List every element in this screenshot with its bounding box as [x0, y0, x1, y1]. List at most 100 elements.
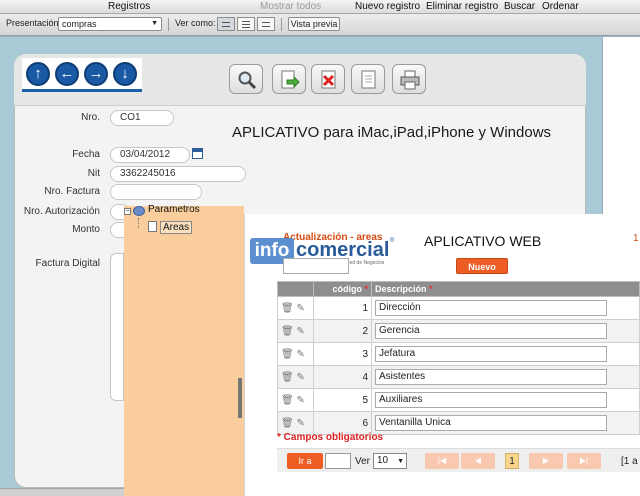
edit-icon[interactable]: ✎ — [296, 418, 304, 429]
codigo-cell: 5 — [313, 388, 372, 412]
view-form-button[interactable] — [217, 17, 235, 31]
menubar: Registros Mostrar todos Nuevo registro E… — [0, 0, 640, 14]
menu-mostrar-todos[interactable]: Mostrar todos — [260, 0, 321, 14]
col-actions — [277, 281, 314, 297]
document-icon — [361, 70, 376, 89]
logo-registered: ® — [390, 238, 395, 244]
nit-field[interactable]: 3362245016 — [110, 166, 246, 182]
descripcion-input[interactable]: Asistentes — [375, 369, 607, 385]
descripcion-input[interactable]: Ventanilla Unica — [375, 415, 607, 431]
edit-icon[interactable]: ✎ — [296, 372, 304, 383]
record-navigation: ↑ ← → ↓ — [22, 58, 142, 92]
arrow-down-icon[interactable]: ↓ — [113, 62, 137, 86]
toolbar-separator — [168, 18, 169, 31]
ir-a-button[interactable]: Ir a — [287, 453, 323, 469]
edit-icon[interactable]: ✎ — [296, 349, 304, 360]
table-row: 🗑 ✎ 2 Gerencia — [277, 319, 640, 343]
ver-como-label: Ver como: — [175, 18, 216, 28]
row-actions: 🗑 ✎ — [277, 319, 314, 343]
prev-page-button[interactable]: ◀ — [461, 453, 495, 469]
factura-digital-label: Factura Digital — [35, 258, 100, 269]
table-row: 🗑 ✎ 4 Asistentes — [277, 365, 640, 389]
nuevo-button[interactable]: Nuevo — [456, 258, 508, 274]
nro-factura-label: Nro. Factura — [44, 186, 100, 197]
row-actions: 🗑 ✎ — [277, 388, 314, 412]
edit-icon[interactable]: ✎ — [296, 395, 304, 406]
splitter-handle[interactable] — [238, 378, 242, 418]
search-button[interactable] — [229, 64, 263, 94]
table-row: 🗑 ✎ 5 Auxiliares — [277, 388, 640, 412]
required-note: * Campos obligatorios — [277, 432, 384, 443]
new-document-button[interactable] — [351, 64, 385, 94]
nro-factura-field[interactable] — [110, 184, 202, 200]
table-row: 🗑 ✎ 3 Jefatura — [277, 342, 640, 366]
tree-item-parametros[interactable]: Parametros — [148, 204, 200, 215]
trash-icon[interactable]: 🗑 — [281, 395, 294, 406]
menu-nuevo-registro[interactable]: Nuevo registro — [355, 0, 420, 14]
calendar-icon[interactable] — [192, 148, 203, 159]
trash-icon[interactable]: 🗑 — [281, 349, 294, 360]
areas-table: código * Descripción * 🗑 ✎ 1 Dirección 🗑 ✎ 2… — [277, 281, 640, 435]
nro-autorizacion-label: Nro. Autorización — [23, 206, 100, 217]
descripcion-input[interactable]: Auxiliares — [375, 392, 607, 408]
rows-per-page-value: 10 — [377, 455, 389, 466]
filter-input[interactable] — [283, 258, 349, 274]
export-button[interactable] — [272, 64, 306, 94]
arrow-right-icon[interactable]: → — [84, 62, 108, 86]
corner-number: 1 — [633, 233, 639, 244]
layout-select-value: compras — [62, 19, 97, 29]
page-icon — [148, 221, 157, 232]
codigo-cell: 1 — [313, 296, 372, 320]
tree-item-areas[interactable]: Areas — [160, 221, 193, 234]
menu-buscar[interactable]: Buscar — [504, 0, 535, 14]
trash-icon[interactable]: 🗑 — [281, 418, 294, 429]
magnifier-icon — [238, 71, 257, 90]
descripcion-cell: Dirección — [371, 296, 640, 320]
row-actions: 🗑 ✎ — [277, 365, 314, 389]
toolbar: Presentación: compras ▼ Ver como: Vista … — [0, 14, 640, 36]
fecha-field[interactable]: 03/04/2012 — [110, 147, 190, 163]
edit-icon[interactable]: ✎ — [296, 326, 304, 337]
delete-button[interactable] — [311, 64, 345, 94]
descripcion-input[interactable]: Gerencia — [375, 323, 607, 339]
menu-registros[interactable]: Registros — [108, 0, 150, 14]
fecha-label: Fecha — [72, 149, 100, 160]
factura-digital-container[interactable] — [110, 253, 124, 401]
pager-info: [1 a — [621, 456, 638, 467]
document-arrow-icon — [281, 70, 300, 89]
descripcion-cell: Gerencia — [371, 319, 640, 343]
pager: Ir a Ver 10 ▼ |◀ ◀ 1 ▶ ▶| [1 a — [277, 448, 640, 472]
next-page-button[interactable]: ▶ — [529, 453, 563, 469]
trash-icon[interactable]: 🗑 — [281, 326, 294, 337]
descripcion-cell: Jefatura — [371, 342, 640, 366]
arrow-up-icon[interactable]: ↑ — [26, 62, 50, 86]
nro-field[interactable]: CO1 — [110, 110, 174, 126]
status-bar — [0, 488, 124, 496]
first-page-button[interactable]: |◀ — [425, 453, 459, 469]
web-app-title: APLICATIVO WEB — [424, 233, 542, 249]
menu-eliminar-registro[interactable]: Eliminar registro — [426, 0, 498, 14]
view-table-button[interactable] — [257, 17, 275, 31]
last-page-button[interactable]: ▶| — [567, 453, 601, 469]
view-list-button[interactable] — [237, 17, 255, 31]
tree-connector — [138, 218, 139, 228]
edit-icon[interactable]: ✎ — [296, 303, 304, 314]
descripcion-input[interactable]: Jefatura — [375, 346, 607, 362]
tree-panel: − Parametros Areas — [124, 204, 244, 496]
trash-icon[interactable]: 🗑 — [281, 372, 294, 383]
vista-previa-button[interactable]: Vista previa — [288, 17, 340, 31]
col-codigo[interactable]: código * — [313, 281, 372, 297]
col-descripcion[interactable]: Descripción * — [371, 281, 640, 297]
page-input[interactable] — [325, 453, 351, 469]
folder-icon — [133, 206, 145, 216]
presentacion-label: Presentación: — [6, 18, 62, 28]
layout-select[interactable]: compras ▼ — [58, 17, 162, 31]
print-button[interactable] — [392, 64, 426, 94]
tree-collapse-toggle[interactable]: − — [124, 208, 131, 215]
arrow-left-icon[interactable]: ← — [55, 62, 79, 86]
nit-label: Nit — [87, 168, 100, 179]
menu-ordenar[interactable]: Ordenar — [542, 0, 579, 14]
trash-icon[interactable]: 🗑 — [281, 303, 294, 314]
rows-per-page-select[interactable]: 10 ▼ — [373, 453, 407, 469]
descripcion-input[interactable]: Dirección — [375, 300, 607, 316]
